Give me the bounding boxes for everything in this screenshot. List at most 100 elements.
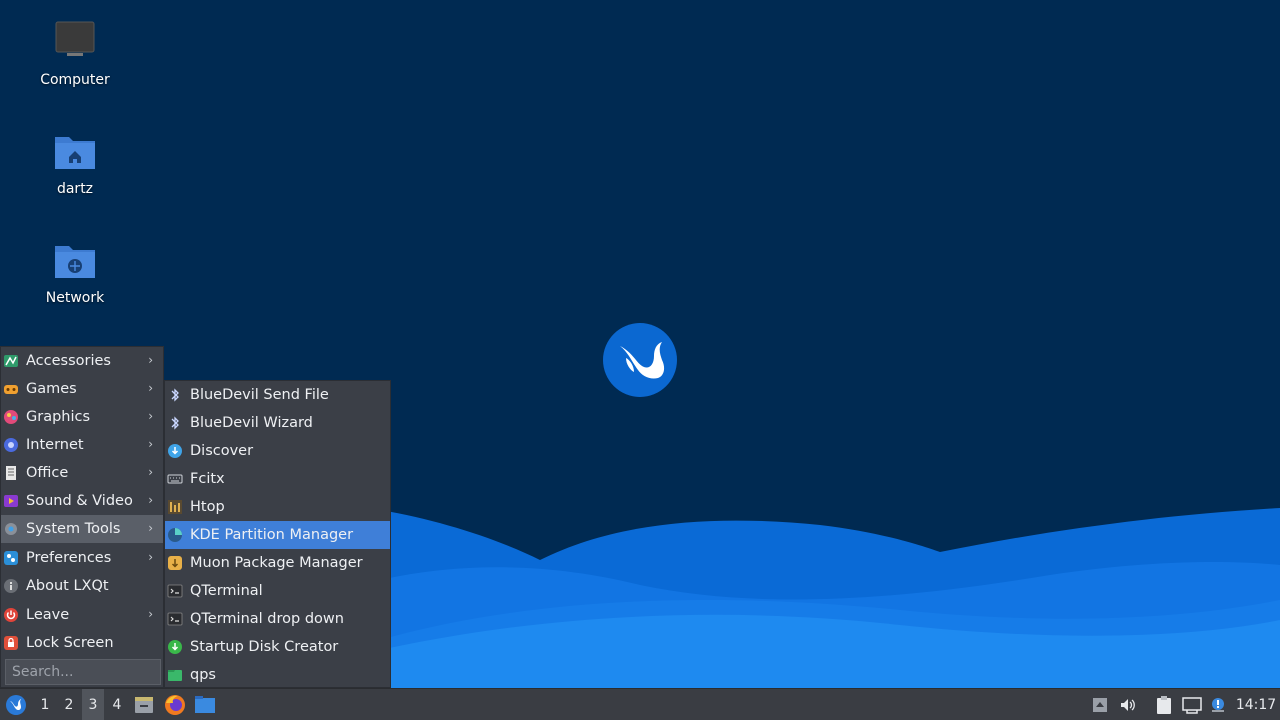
info-icon bbox=[3, 578, 19, 594]
tray-up-arrow-icon bbox=[1093, 698, 1107, 712]
show-desktop-icon bbox=[135, 697, 153, 713]
bluetooth-icon bbox=[167, 387, 183, 403]
file-manager-launcher[interactable] bbox=[192, 689, 218, 720]
menu-item-about-lxqt[interactable]: About LXQt bbox=[1, 572, 163, 600]
submenu-item-label: Discover bbox=[190, 443, 254, 459]
tray-arrow-button[interactable] bbox=[1090, 689, 1110, 720]
submenu-arrow-icon: › bbox=[148, 409, 153, 423]
qps-icon bbox=[167, 667, 183, 683]
submenu-item-startup-disk-creator[interactable]: Startup Disk Creator bbox=[165, 633, 390, 661]
submenu-arrow-icon: › bbox=[148, 607, 153, 621]
menu-item-accessories[interactable]: Accessories › bbox=[1, 347, 163, 375]
submenu-item-kde-partition-manager[interactable]: KDE Partition Manager bbox=[165, 521, 390, 549]
preferences-icon bbox=[3, 550, 19, 566]
show-desktop-button[interactable] bbox=[132, 689, 156, 720]
workspace-3-button[interactable]: 3 bbox=[82, 689, 104, 720]
package-manager-icon bbox=[167, 555, 183, 571]
network-icon bbox=[1182, 697, 1202, 714]
workspace-4-button[interactable]: 4 bbox=[106, 689, 128, 720]
network-button[interactable] bbox=[1180, 689, 1204, 720]
menu-item-label: Games bbox=[26, 381, 77, 397]
terminal-icon bbox=[167, 611, 183, 627]
submenu-arrow-icon: › bbox=[148, 493, 153, 507]
workspace-2-button[interactable]: 2 bbox=[58, 689, 80, 720]
submenu-item-label: QTerminal bbox=[190, 583, 263, 599]
submenu-arrow-icon: › bbox=[148, 381, 153, 395]
start-menu-button[interactable] bbox=[2, 689, 30, 720]
terminal-icon bbox=[167, 583, 183, 599]
submenu-item-bluedevil-send-file[interactable]: BlueDevil Send File bbox=[165, 381, 390, 409]
menu-item-leave[interactable]: Leave › bbox=[1, 601, 163, 629]
desktop-icon-label: dartz bbox=[56, 181, 94, 197]
menu-item-office[interactable]: Office › bbox=[1, 459, 163, 487]
desktop-icon-network[interactable]: Network bbox=[25, 220, 125, 320]
submenu-item-muon-package-manager[interactable]: Muon Package Manager bbox=[165, 549, 390, 577]
submenu-item-qterminal-drop-down[interactable]: QTerminal drop down bbox=[165, 605, 390, 633]
system-tools-submenu: BlueDevil Send File BlueDevil Wizard Dis… bbox=[164, 380, 391, 688]
keyboard-icon bbox=[167, 471, 183, 487]
submenu-item-qps[interactable]: qps bbox=[165, 661, 390, 689]
menu-item-lock-screen[interactable]: Lock Screen bbox=[1, 629, 163, 657]
menu-search-input[interactable]: Search... bbox=[5, 659, 161, 685]
folder-icon bbox=[195, 696, 215, 713]
submenu-item-label: Htop bbox=[190, 499, 225, 515]
power-icon bbox=[3, 607, 19, 623]
menu-item-preferences[interactable]: Preferences › bbox=[1, 544, 163, 572]
desktop-icon-computer[interactable]: Computer bbox=[25, 2, 125, 102]
submenu-item-qterminal[interactable]: QTerminal bbox=[165, 577, 390, 605]
monitor-icon bbox=[53, 20, 97, 64]
menu-item-label: System Tools bbox=[26, 521, 121, 537]
submenu-arrow-icon: › bbox=[148, 550, 153, 564]
submenu-item-label: Fcitx bbox=[190, 471, 225, 487]
desktop-icon-label: Computer bbox=[40, 72, 110, 88]
htop-icon bbox=[167, 499, 183, 515]
volume-icon bbox=[1121, 699, 1135, 711]
menu-item-internet[interactable]: Internet › bbox=[1, 431, 163, 459]
network-folder-icon bbox=[53, 238, 97, 282]
submenu-item-htop[interactable]: Htop bbox=[165, 493, 390, 521]
firefox-icon bbox=[165, 695, 185, 715]
menu-item-label: Preferences bbox=[26, 550, 112, 566]
home-folder-icon bbox=[53, 129, 97, 173]
workspace-1-button[interactable]: 1 bbox=[34, 689, 56, 720]
submenu-item-discover[interactable]: Discover bbox=[165, 437, 390, 465]
firefox-launcher[interactable] bbox=[162, 689, 188, 720]
partition-manager-icon bbox=[167, 527, 183, 543]
submenu-item-label: qps bbox=[190, 667, 216, 683]
menu-item-label: Office bbox=[26, 465, 69, 481]
application-menu: Accessories › Games › Graphics › Interne… bbox=[0, 346, 164, 688]
menu-item-label: Sound & Video bbox=[26, 493, 133, 509]
submenu-arrow-icon: › bbox=[148, 353, 153, 367]
taskbar: 1 2 3 4 14:17 bbox=[0, 688, 1280, 720]
menu-item-games[interactable]: Games › bbox=[1, 375, 163, 403]
games-icon bbox=[3, 381, 19, 397]
submenu-arrow-icon: › bbox=[148, 437, 153, 451]
menu-item-label: Leave bbox=[26, 607, 70, 623]
desktop-icon-label: Network bbox=[45, 290, 105, 306]
clipboard-button[interactable] bbox=[1152, 689, 1176, 720]
submenu-item-bluedevil-wizard[interactable]: BlueDevil Wizard bbox=[165, 409, 390, 437]
menu-item-label: Accessories bbox=[26, 353, 111, 369]
notification-button[interactable] bbox=[1206, 689, 1230, 720]
volume-button[interactable] bbox=[1116, 689, 1140, 720]
submenu-item-label: BlueDevil Send File bbox=[190, 387, 329, 403]
update-notification-icon bbox=[1212, 698, 1224, 712]
accessories-icon bbox=[3, 353, 19, 369]
menu-item-label: About LXQt bbox=[26, 578, 109, 594]
desktop-icon-home[interactable]: dartz bbox=[25, 111, 125, 211]
discover-icon bbox=[167, 443, 183, 459]
graphics-icon bbox=[3, 409, 19, 425]
submenu-item-label: Muon Package Manager bbox=[190, 555, 363, 571]
submenu-item-label: BlueDevil Wizard bbox=[190, 415, 313, 431]
lock-icon bbox=[3, 635, 19, 651]
menu-item-sound-video[interactable]: Sound & Video › bbox=[1, 487, 163, 515]
menu-item-system-tools[interactable]: System Tools › bbox=[1, 515, 163, 543]
submenu-item-label: QTerminal drop down bbox=[190, 611, 344, 627]
bluetooth-icon bbox=[167, 415, 183, 431]
menu-item-graphics[interactable]: Graphics › bbox=[1, 403, 163, 431]
clock[interactable]: 14:17 bbox=[1234, 689, 1278, 720]
menu-item-label: Lock Screen bbox=[26, 635, 114, 651]
submenu-item-fcitx[interactable]: Fcitx bbox=[165, 465, 390, 493]
lubuntu-start-icon bbox=[6, 695, 26, 715]
lubuntu-logo-icon bbox=[603, 323, 677, 397]
